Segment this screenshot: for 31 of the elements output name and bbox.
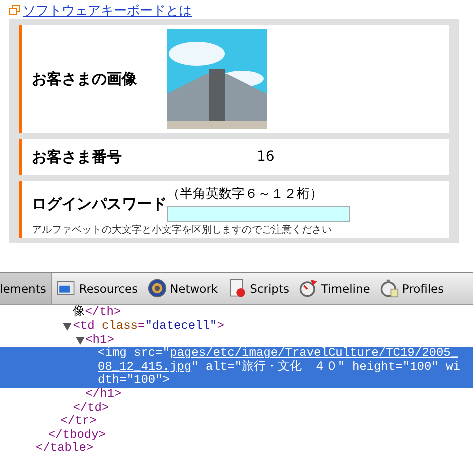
code-line: <img src="pages/etc/image/TravelCulture/TC19/2005_08_12_415.jpg" alt="旅行・文化 ４０" height="100" width="100"> (98, 347, 462, 388)
code-line: 像</th> (73, 306, 122, 320)
code-line: </tr> (60, 415, 97, 429)
document-icon (228, 279, 248, 298)
stopwatch-icon (380, 279, 400, 298)
devtools-tab[interactable]: Profiles (375, 273, 450, 304)
code-line: </td> (73, 402, 110, 415)
devtools-tab[interactable]: lements (0, 273, 52, 304)
field-label: ログインパスワード (32, 194, 167, 212)
field-label: お客さまの画像 (32, 70, 138, 88)
code-line: </h1> (86, 388, 122, 402)
devtools-tab[interactable]: Resources (52, 273, 144, 304)
devtools-tab[interactable]: Scripts (223, 273, 294, 304)
globe-icon (148, 279, 168, 298)
field-hint: （半角英数字６～１２桁） (167, 186, 324, 203)
devtools-tab[interactable]: Timeline (294, 273, 376, 304)
field-value: 16 (256, 149, 276, 165)
dom-node-row[interactable]: <img src="pages/etc/image/TravelCulture/TC19/2005_08_12_415.jpg" alt="旅行・文化 ４０" height="100" width="100"> (0, 347, 473, 388)
disclosure-triangle-icon[interactable] (76, 336, 85, 345)
stopwatch-icon (299, 279, 318, 298)
field-label: お客さま番号 (32, 148, 123, 166)
devtools-tab[interactable]: Network (143, 273, 224, 304)
code-line: <td class="datecell"> (73, 320, 224, 334)
new-window-icon (9, 5, 21, 16)
code-line: <h1> (86, 334, 114, 347)
help-link[interactable]: ソフトウェアキーボードとは (23, 2, 192, 20)
disclosure-triangle-icon[interactable] (63, 323, 72, 332)
code-line: </table> (36, 442, 94, 456)
password-field[interactable] (167, 206, 350, 222)
field-note: アルファベットの大文字と小文字を区別しますのでご注意ください (32, 224, 333, 237)
code-line: </tbody> (48, 428, 106, 442)
